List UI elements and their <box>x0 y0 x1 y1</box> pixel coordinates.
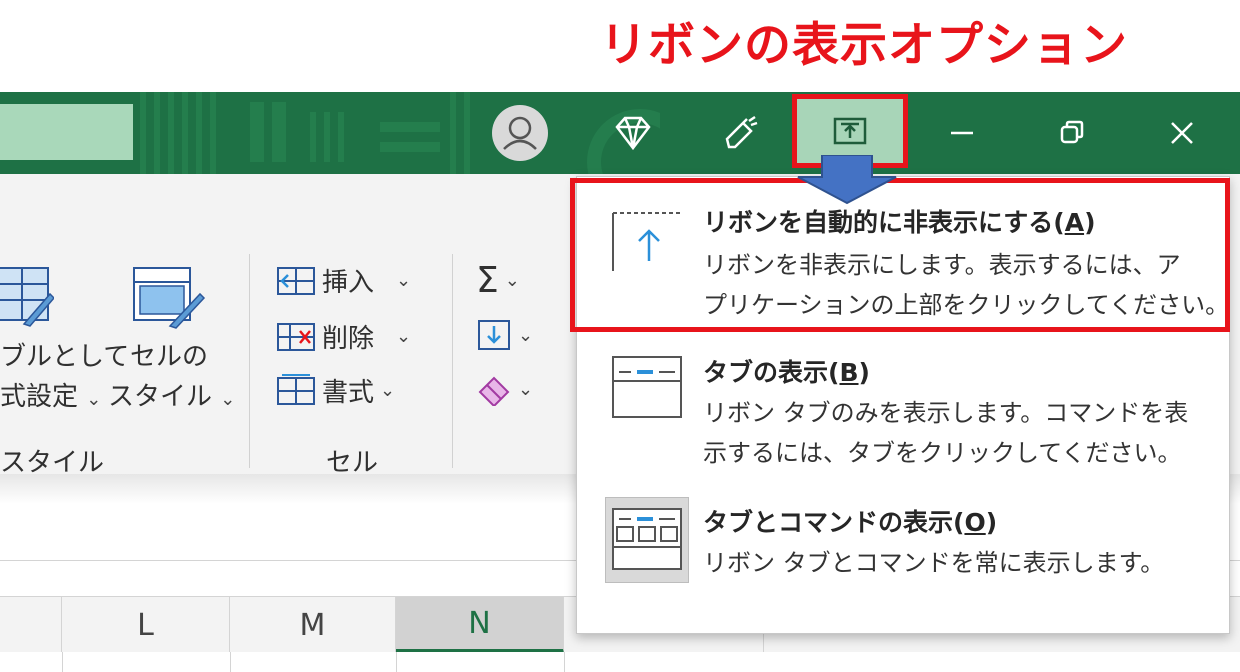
sum-icon: Σ <box>476 260 499 301</box>
menu-desc-line: リボン タブとコマンドを常に表示します。 <box>703 549 1165 577</box>
column-header-m[interactable]: M <box>230 597 396 653</box>
premium-button[interactable] <box>596 92 670 174</box>
group-separator <box>249 254 250 468</box>
fill-down-icon <box>478 320 510 350</box>
close-icon <box>1171 122 1193 144</box>
show-tabs-and-commands-icon <box>612 508 682 570</box>
menu-item-title: タブの表示(B) <box>703 358 870 387</box>
cell-styles-label-1: セルの <box>130 342 209 372</box>
format-button[interactable]: 書式 ⌄ <box>276 372 395 409</box>
menu-item-title-text: タブの表示 <box>703 358 829 387</box>
chevron-down-icon: ⌄ <box>86 389 102 410</box>
insert-cells-icon <box>277 266 315 295</box>
chevron-down-icon: ⌄ <box>518 324 534 346</box>
cell-styles-icon <box>133 267 206 329</box>
fill-button[interactable]: ⌄ <box>476 318 533 352</box>
menu-desc-line: 示するには、タブをクリックしてください。 <box>703 439 1182 467</box>
autosum-button[interactable]: Σ ⌄ <box>476 260 520 301</box>
menu-item-title: タブとコマンドの表示(O) <box>703 508 998 537</box>
chevron-down-icon: ⌄ <box>518 378 534 400</box>
group-separator <box>452 254 453 468</box>
table-format-icon <box>0 267 54 327</box>
clear-button[interactable]: ⌄ <box>476 372 533 406</box>
column-header-l[interactable]: L <box>62 597 230 653</box>
chevron-down-icon: ⌄ <box>380 380 396 401</box>
grid-row <box>0 652 1240 672</box>
minimize-icon <box>951 131 973 135</box>
column-header-n[interactable]: N <box>396 597 564 653</box>
format-as-table-label-2-row: 式設定 ⌄ <box>0 376 101 413</box>
pen-icon <box>725 115 758 149</box>
menu-desc-line: リボン タブのみを表示します。コマンドを表 <box>703 399 1189 427</box>
delete-label: 削除 <box>322 324 375 354</box>
eraser-icon <box>478 376 510 406</box>
chevron-down-icon: ⌄ <box>396 270 412 291</box>
ribbon-display-options-icon <box>833 117 867 145</box>
format-label: 書式 <box>322 378 375 408</box>
chevron-down-icon: ⌄ <box>396 326 412 347</box>
menu-item-title-text: タブとコマンドの表示 <box>703 508 954 537</box>
restore-icon <box>1060 120 1084 144</box>
minimize-button[interactable] <box>922 92 1002 174</box>
format-as-table-button[interactable]: ブルとして 式設定 ⌄ <box>0 264 129 424</box>
cell-styles-label-2-row: スタイル ⌄ <box>108 376 235 413</box>
delete-cells-icon <box>277 322 315 351</box>
restore-button[interactable] <box>1032 92 1112 174</box>
insert-label: 挿入 <box>322 268 375 298</box>
cell-styles-label-2: スタイル <box>108 382 213 412</box>
delete-button[interactable]: 削除 ⌄ <box>276 318 411 355</box>
annotation-title: リボンの表示オプション <box>600 18 1128 73</box>
gem-icon <box>615 116 651 151</box>
menu-hotkey: B <box>839 358 859 387</box>
menu-item-description: リボン タブとコマンドを常に表示します。 <box>703 543 1203 583</box>
chevron-down-icon: ⌄ <box>220 389 236 410</box>
title-bar <box>0 92 1240 174</box>
draw-button[interactable] <box>704 92 778 174</box>
menu-item-show-tabs-and-commands[interactable]: タブとコマンドの表示(O) リボン タブとコマンドを常に表示します。 <box>577 491 1229 611</box>
account-avatar[interactable] <box>492 105 548 161</box>
chevron-down-icon: ⌄ <box>504 270 520 291</box>
menu-hotkey: O <box>964 508 986 537</box>
insert-button[interactable]: 挿入 ⌄ <box>276 262 411 299</box>
format-as-table-label-2: 式設定 <box>0 382 79 412</box>
search-box[interactable] <box>0 104 133 160</box>
user-icon <box>503 116 537 150</box>
show-tabs-icon <box>612 356 682 418</box>
cell-styles-button[interactable]: セルの スタイル ⌄ <box>104 264 235 424</box>
arrow-down-icon <box>797 155 897 205</box>
decorative-pattern <box>140 92 660 174</box>
format-cells-icon <box>277 373 315 405</box>
menu-item-show-tabs[interactable]: タブの表示(B) リボン タブのみを表示します。コマンドを表 示するには、タブを… <box>577 341 1229 481</box>
column-header-partial[interactable] <box>0 597 62 653</box>
menu-item-description: リボン タブのみを表示します。コマンドを表 示するには、タブをクリックしてくださ… <box>703 393 1203 473</box>
close-button[interactable] <box>1142 92 1222 174</box>
